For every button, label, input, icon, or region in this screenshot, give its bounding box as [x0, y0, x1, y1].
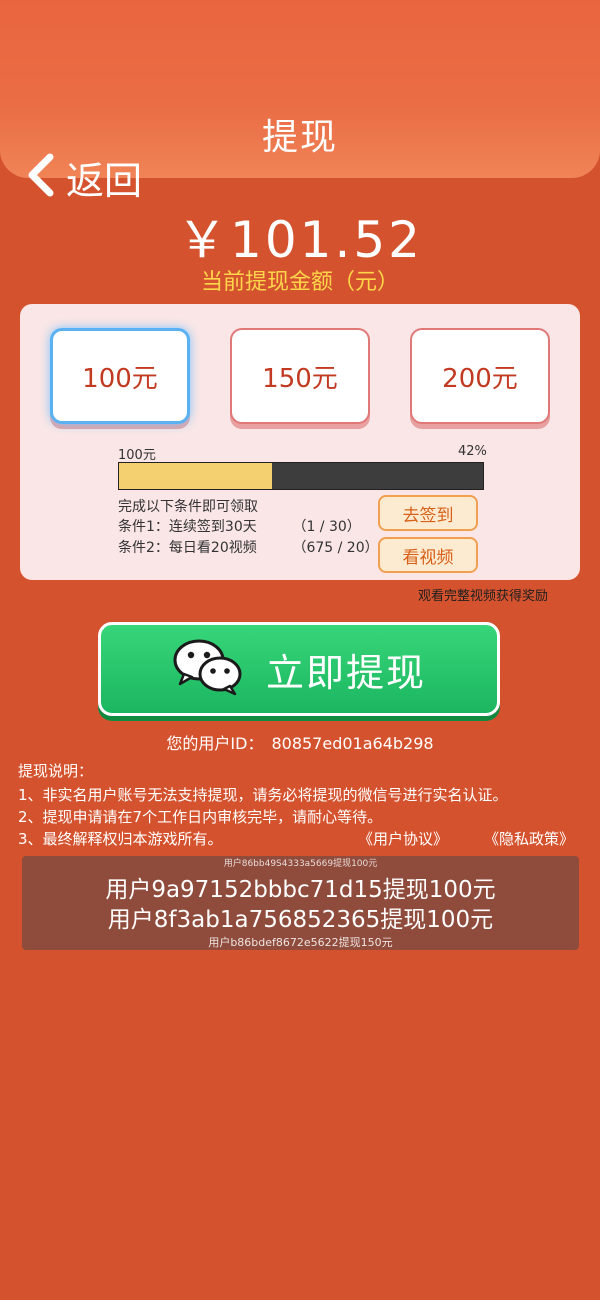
user-agreement-link[interactable]: 《用户协议》	[358, 828, 448, 849]
privacy-policy-link[interactable]: 《隐私政策》	[484, 828, 574, 849]
back-label: 返回	[66, 158, 143, 203]
checkin-button[interactable]: 去签到	[378, 495, 478, 531]
ticker-item: 用户9a97152bbbc71d15提现100元	[105, 877, 496, 903]
condition-checkin: 条件1：连续签到30天 （1 / 30）	[118, 516, 361, 536]
amount-option-150[interactable]: 150元	[230, 328, 370, 424]
withdraw-options-panel: 100元 150元 200元 100元 42% 完成以下条件即可领取 条件1：连…	[20, 304, 580, 580]
amount-option-100[interactable]: 100元	[50, 328, 190, 424]
ticker-item: 用户86bb49S4333a5669提现100元	[223, 859, 378, 869]
progress-target-label: 100元	[118, 448, 156, 463]
note-item: 3、最终解释权归本游戏所有。	[18, 830, 223, 848]
ticker-item: 用户8f3ab1a756852365提现100元	[107, 907, 494, 933]
conditions-title: 完成以下条件即可领取	[118, 499, 258, 515]
amount-option-200[interactable]: 200元	[410, 328, 550, 424]
user-id-value: 80857ed01a64b298	[271, 734, 434, 753]
progress-percent-label: 42%	[458, 444, 487, 459]
chevron-left-icon	[24, 153, 56, 201]
balance-amount: ￥101.52	[177, 211, 423, 269]
progress-fill	[119, 463, 272, 489]
condition-count: （675 / 20）	[292, 540, 379, 556]
condition-video: 条件2：每日看20视频 （675 / 20）	[118, 537, 379, 557]
withdraw-now-label: 立即提现	[265, 650, 426, 695]
withdraw-ticker: 用户86bb49S4333a5669提现100元 用户9a97152bbbc71…	[22, 856, 579, 950]
withdraw-now-button[interactable]: 立即提现	[98, 622, 500, 716]
ticker-item: 用户b86bdef8672e5622提现150元	[208, 936, 393, 949]
condition-count: （1 / 30）	[292, 519, 361, 535]
condition-text: 条件2：每日看20视频	[118, 540, 257, 556]
back-button[interactable]: 返回	[24, 152, 143, 203]
notes-title: 提现说明：	[18, 762, 94, 780]
condition-text: 条件1：连续签到30天	[118, 519, 257, 535]
watch-video-button[interactable]: 看视频	[378, 537, 478, 573]
wechat-icon	[172, 638, 266, 700]
progress-bar	[118, 462, 484, 490]
reward-note: 观看完整视频获得奖励	[418, 589, 549, 604]
balance-caption: 当前提现金额（元）	[200, 270, 399, 295]
note-item: 2、提现申请请在7个工作日内审核完毕，请耐心等待。	[18, 808, 383, 826]
user-id: 您的用户ID： 80857ed01a64b298	[0, 730, 600, 754]
note-item: 1、非实名用户账号无法支持提现，请务必将提现的微信号进行实名认证。	[18, 786, 508, 804]
user-id-label: 您的用户ID：	[166, 734, 264, 753]
